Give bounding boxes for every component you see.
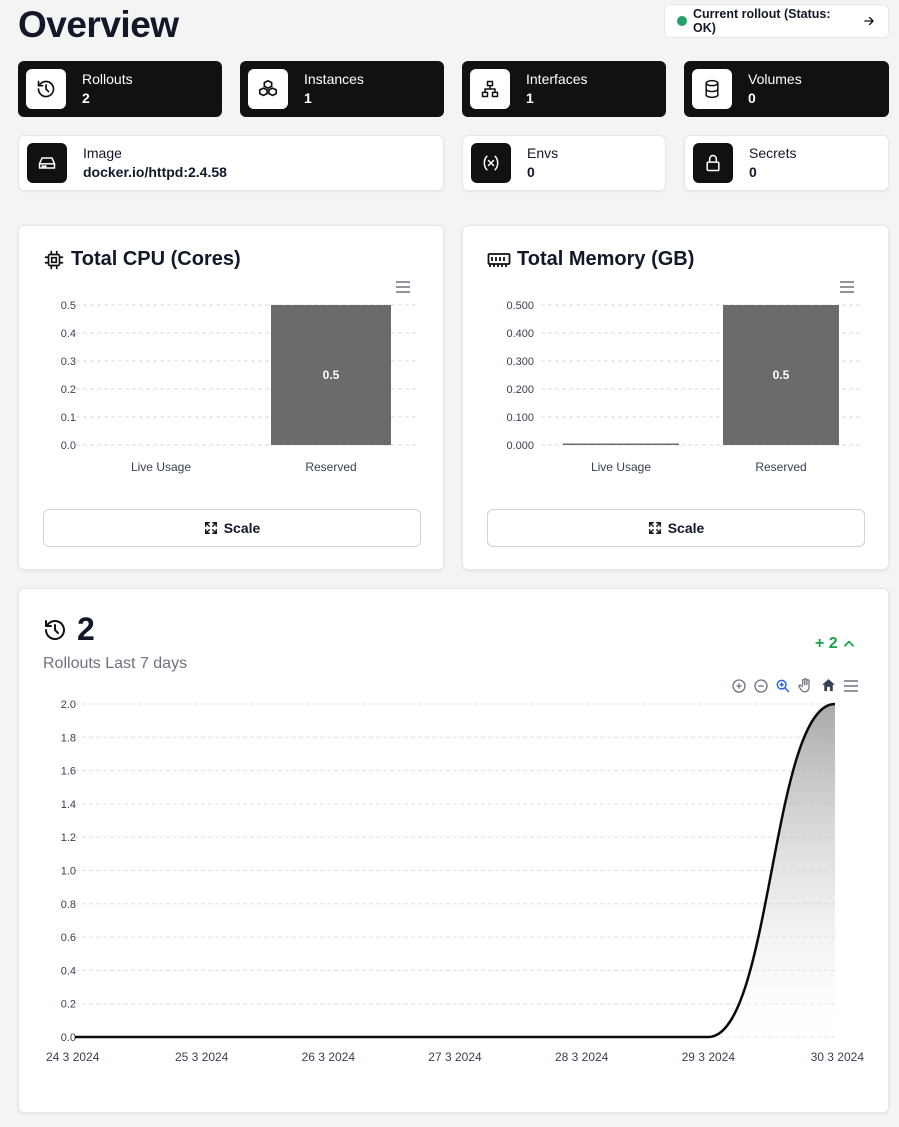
detail-value: 0 <box>527 164 535 180</box>
current-rollout-label: Current rollout (Status: OK) <box>693 7 831 35</box>
arrow-right-icon <box>862 14 876 28</box>
stat-value: 1 <box>304 90 312 106</box>
stat-label: Instances <box>304 71 364 87</box>
x-tick-label: 28 3 2024 <box>555 1050 609 1064</box>
bar <box>563 443 679 445</box>
x-tick-label: 25 3 2024 <box>175 1050 229 1064</box>
x-category-label: Reserved <box>305 460 356 474</box>
y-tick-label: 0.4 <box>61 965 76 977</box>
stat-value: 0 <box>748 90 756 106</box>
rollouts-card[interactable]: Rollouts 2 <box>18 61 222 117</box>
bar-data-label: 0.5 <box>323 368 340 382</box>
stat-label: Interfaces <box>526 71 588 87</box>
y-tick-label: 0.3 <box>61 356 76 368</box>
detail-value: docker.io/httpd:2.4.58 <box>83 164 227 180</box>
x-category-label: Live Usage <box>591 460 651 474</box>
detail-label: Image <box>83 145 122 161</box>
cpu-scale-button[interactable]: Scale <box>43 509 421 547</box>
y-tick-label: 0.1 <box>61 412 76 424</box>
expand-icon <box>648 521 662 535</box>
page-title: Overview <box>18 4 179 45</box>
cpu-panel: Total CPU (Cores) 0.0 0.1 0.2 0.3 0.4 0.5 Live… <box>18 225 444 570</box>
lock-icon <box>693 143 733 183</box>
image-card: Image docker.io/httpd:2.4.58 <box>18 135 444 191</box>
cubes-icon <box>248 69 288 109</box>
variable-icon <box>471 143 511 183</box>
interfaces-card[interactable]: Interfaces 1 <box>462 61 666 117</box>
current-rollout-button[interactable]: Current rollout (Status: OK) <box>664 4 889 38</box>
x-tick-label: 24 3 2024 <box>46 1050 100 1064</box>
database-icon <box>692 69 732 109</box>
y-tick-label: 0.8 <box>61 899 76 911</box>
history-icon <box>26 69 66 109</box>
scale-label: Scale <box>223 520 261 536</box>
y-tick-label: 0.2 <box>61 999 76 1011</box>
memory-panel: Total Memory (GB) 0.000 0.100 0.200 0.300 0.… <box>462 225 889 570</box>
stat-label: Volumes <box>748 71 802 87</box>
detail-label: Secrets <box>749 145 797 161</box>
expand-icon <box>204 521 218 535</box>
stat-label: Rollouts <box>82 71 133 87</box>
y-tick-label: 2.0 <box>61 699 76 711</box>
stat-value: 2 <box>82 90 90 106</box>
network-icon <box>470 69 510 109</box>
volumes-card[interactable]: Volumes 0 <box>684 61 889 117</box>
y-tick-label: 1.0 <box>61 866 76 878</box>
y-tick-label: 1.2 <box>61 832 76 844</box>
y-tick-label: 0.500 <box>506 300 534 312</box>
stat-value: 1 <box>526 90 534 106</box>
instances-card[interactable]: Instances 1 <box>240 61 444 117</box>
secrets-card: Secrets 0 <box>684 135 889 191</box>
rollouts-panel: 2 Rollouts Last 7 days + 2 0.0 0.2 0.4 0… <box>18 588 889 1113</box>
y-tick-label: 0.2 <box>61 384 76 396</box>
x-category-label: Live Usage <box>131 460 191 474</box>
y-tick-label: 1.8 <box>61 732 76 744</box>
hard-drive-icon <box>27 143 67 183</box>
y-tick-label: 1.6 <box>61 766 76 778</box>
y-tick-label: 0.0 <box>61 1032 76 1044</box>
bar-data-label: 0.5 <box>773 368 790 382</box>
x-tick-label: 29 3 2024 <box>682 1050 736 1064</box>
x-tick-label: 26 3 2024 <box>302 1050 356 1064</box>
memory-bar-chart: 0.000 0.100 0.200 0.300 0.400 0.500 Live Usage… <box>506 300 861 474</box>
y-tick-label: 0.4 <box>61 328 76 340</box>
y-tick-label: 0.5 <box>61 300 76 312</box>
envs-card: Envs 0 <box>462 135 666 191</box>
memory-scale-button[interactable]: Scale <box>487 509 865 547</box>
detail-label: Envs <box>527 145 559 161</box>
y-tick-label: 0.300 <box>506 356 534 368</box>
x-category-label: Reserved <box>755 460 806 474</box>
y-tick-label: 1.4 <box>61 799 76 811</box>
y-tick-label: 0.100 <box>506 412 534 424</box>
scale-label: Scale <box>667 520 705 536</box>
cpu-bar-chart: 0.0 0.1 0.2 0.3 0.4 0.5 Live Usage 0.5 Reserved <box>61 300 416 474</box>
detail-value: 0 <box>749 164 757 180</box>
rollouts-area-chart: 0.0 0.2 0.4 0.6 0.8 1.0 1.2 1.4 1.6 1.8 2.0 24 3 20… <box>46 699 865 1064</box>
status-ok-dot <box>677 16 687 26</box>
y-tick-label: 0.200 <box>506 384 534 396</box>
x-tick-label: 27 3 2024 <box>428 1050 482 1064</box>
y-tick-label: 0.400 <box>506 328 534 340</box>
y-tick-label: 0.0 <box>61 440 76 452</box>
y-tick-label: 0.000 <box>506 440 534 452</box>
y-tick-label: 0.6 <box>61 932 76 944</box>
x-tick-label: 30 3 2024 <box>811 1050 865 1064</box>
